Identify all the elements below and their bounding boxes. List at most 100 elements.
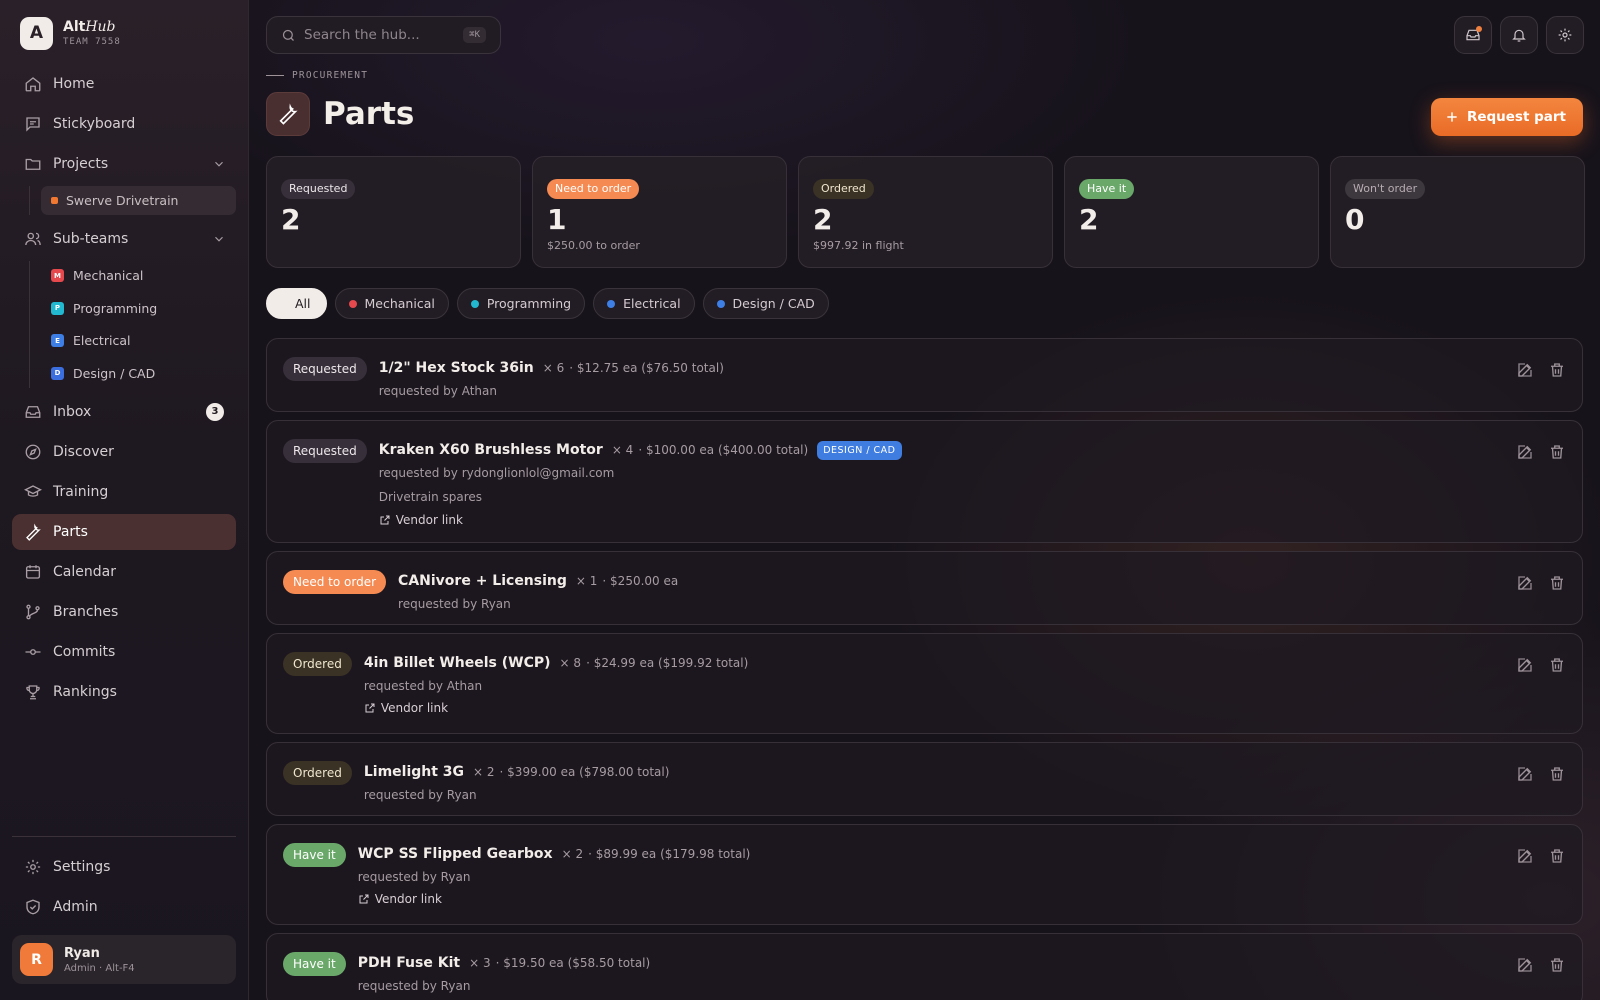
edit-icon[interactable] bbox=[1516, 574, 1534, 592]
trash-icon[interactable] bbox=[1548, 361, 1566, 379]
color-dot bbox=[607, 299, 616, 308]
trash-icon[interactable] bbox=[1548, 956, 1566, 974]
filter-mechanical[interactable]: Mechanical bbox=[334, 288, 449, 319]
chevron-down-icon[interactable] bbox=[212, 232, 226, 246]
stat-card-wont-order[interactable]: Won't order 0 bbox=[1330, 156, 1585, 268]
subteam-item-electrical[interactable]: E Electrical bbox=[41, 326, 236, 355]
subteam-item-design-cad[interactable]: D Design / CAD bbox=[41, 359, 236, 388]
request-part-button[interactable]: Request part bbox=[1430, 98, 1583, 136]
part-row[interactable]: Have it WCP SS Flipped Gearbox × 2 · $89… bbox=[266, 824, 1583, 925]
filter-programming[interactable]: Programming bbox=[456, 288, 586, 319]
sidebar-item-parts[interactable]: Parts bbox=[12, 513, 236, 550]
part-row[interactable]: Requested Kraken X60 Brushless Motor × 4… bbox=[266, 420, 1583, 543]
external-link-icon bbox=[365, 703, 375, 713]
vendor-link[interactable]: Vendor link bbox=[358, 892, 751, 906]
part-row[interactable]: Ordered Limelight 3G × 2 · $399.00 ea ($… bbox=[266, 742, 1583, 816]
stat-card-ordered[interactable]: Ordered 2 $997.92 in flight bbox=[798, 156, 1053, 268]
status-badge: Requested bbox=[281, 179, 356, 199]
edit-icon[interactable] bbox=[1516, 765, 1534, 783]
part-name: CANivore + Licensing bbox=[398, 573, 567, 589]
requested-by: requested by Ryan bbox=[398, 597, 511, 611]
trash-icon[interactable] bbox=[1548, 443, 1566, 461]
part-price: · $12.75 ea ($76.50 total) bbox=[569, 361, 724, 375]
status-badge: Ordered bbox=[813, 179, 874, 199]
edit-icon[interactable] bbox=[1516, 656, 1534, 674]
sidebar-item-admin[interactable]: Admin bbox=[12, 889, 236, 925]
requested-by: requested by Ryan bbox=[363, 788, 477, 802]
vendor-link[interactable]: Vendor link bbox=[364, 701, 748, 715]
search-icon bbox=[282, 29, 294, 41]
brand[interactable]: A AltHub TEAM 7558 bbox=[12, 0, 236, 66]
status-badge[interactable]: Have it bbox=[283, 952, 346, 976]
color-dot bbox=[348, 299, 357, 308]
part-quantity: × 1 bbox=[575, 574, 598, 588]
color-dot bbox=[716, 299, 725, 308]
sidebar-item-subteams[interactable]: Sub-teams bbox=[12, 221, 236, 257]
search-placeholder: Search the hub... bbox=[304, 27, 420, 43]
breadcrumb: PROCUREMENT bbox=[266, 70, 368, 81]
bell-icon bbox=[1512, 29, 1526, 42]
sidebar-item-label: Admin bbox=[53, 899, 98, 915]
edit-icon[interactable] bbox=[1516, 956, 1534, 974]
filter-all[interactable]: All bbox=[266, 288, 327, 319]
edit-icon[interactable] bbox=[1516, 443, 1534, 461]
filter-electrical[interactable]: Electrical bbox=[593, 288, 695, 319]
status-badge[interactable]: Ordered bbox=[283, 761, 352, 785]
inbox-icon bbox=[25, 405, 41, 418]
sidebar-item-projects[interactable]: Projects bbox=[12, 146, 236, 182]
trash-icon[interactable] bbox=[1548, 656, 1566, 674]
sidebar-item-rankings[interactable]: Rankings bbox=[12, 674, 236, 710]
project-item-swerve-drivetrain[interactable]: Swerve Drivetrain bbox=[41, 186, 236, 215]
trophy-icon bbox=[26, 684, 40, 699]
subteam-item-programming[interactable]: P Programming bbox=[41, 294, 236, 323]
trash-icon[interactable] bbox=[1548, 765, 1566, 783]
sidebar-item-discover[interactable]: Discover bbox=[12, 434, 236, 470]
trash-icon[interactable] bbox=[1548, 574, 1566, 592]
status-badge: Need to order bbox=[547, 179, 640, 199]
sidebar-item-settings[interactable]: Settings bbox=[12, 849, 236, 885]
sidebar-item-stickyboard[interactable]: Stickyboard bbox=[12, 106, 236, 142]
sidebar-item-commits[interactable]: Commits bbox=[12, 634, 236, 670]
inbox-button[interactable] bbox=[1454, 16, 1492, 54]
part-quantity: × 4 bbox=[611, 443, 634, 457]
sidebar-item-training[interactable]: Training bbox=[12, 474, 236, 510]
parts-list: Requested 1/2" Hex Stock 36in × 6 · $12.… bbox=[266, 338, 1583, 1000]
user-card[interactable]: R Ryan Admin · Alt-F4 bbox=[12, 935, 236, 984]
sidebar-item-branches[interactable]: Branches bbox=[12, 594, 236, 630]
status-badge: Have it bbox=[1079, 179, 1135, 199]
status-badge[interactable]: Ordered bbox=[283, 652, 352, 676]
trash-icon[interactable] bbox=[1548, 847, 1566, 865]
folder-icon bbox=[25, 158, 41, 170]
part-row[interactable]: Ordered 4in Billet Wheels (WCP) × 8 · $2… bbox=[266, 633, 1583, 734]
status-badge[interactable]: Need to order bbox=[283, 570, 387, 594]
git-branch-icon bbox=[26, 604, 40, 619]
vendor-link[interactable]: Vendor link bbox=[379, 513, 902, 527]
part-row[interactable]: Need to order CANivore + Licensing × 1 ·… bbox=[266, 551, 1583, 625]
stat-card-requested[interactable]: Requested 2 bbox=[266, 156, 521, 268]
part-row[interactable]: Have it PDH Fuse Kit × 3 · $19.50 ea ($5… bbox=[266, 933, 1583, 1000]
status-badge[interactable]: Have it bbox=[283, 843, 346, 867]
edit-icon[interactable] bbox=[1516, 847, 1534, 865]
search-input[interactable]: Search the hub... ⌘K bbox=[266, 16, 501, 54]
status-stats: Requested 2 Need to order 1 $250.00 to o… bbox=[266, 156, 1585, 268]
sidebar-item-label: Training bbox=[53, 483, 109, 500]
sidebar-item-inbox[interactable]: Inbox 3 bbox=[12, 394, 236, 430]
part-price: · $24.99 ea ($199.92 total) bbox=[586, 656, 749, 670]
settings-button[interactable] bbox=[1546, 16, 1584, 54]
edit-icon[interactable] bbox=[1516, 361, 1534, 379]
stat-card-need-to-order[interactable]: Need to order 1 $250.00 to order bbox=[532, 156, 787, 268]
status-badge[interactable]: Requested bbox=[283, 357, 367, 381]
sidebar-item-home[interactable]: Home bbox=[12, 66, 236, 102]
subteam-item-mechanical[interactable]: M Mechanical bbox=[41, 261, 236, 290]
notifications-button[interactable] bbox=[1500, 16, 1538, 54]
external-link-icon bbox=[359, 894, 369, 904]
stat-card-have-it[interactable]: Have it 2 bbox=[1064, 156, 1319, 268]
sidebar-item-calendar[interactable]: Calendar bbox=[12, 554, 236, 590]
sidebar-item-label: Inbox bbox=[53, 403, 92, 420]
sidebar-item-label: Settings bbox=[53, 859, 111, 875]
sidebar-item-label: Home bbox=[53, 76, 95, 92]
status-badge[interactable]: Requested bbox=[283, 439, 367, 463]
chevron-down-icon[interactable] bbox=[212, 157, 226, 171]
part-row[interactable]: Requested 1/2" Hex Stock 36in × 6 · $12.… bbox=[266, 338, 1583, 412]
filter-design-cad[interactable]: Design / CAD bbox=[702, 288, 829, 319]
